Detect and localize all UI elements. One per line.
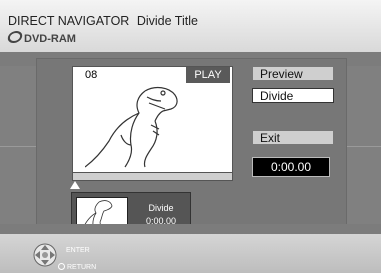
divider bbox=[0, 146, 36, 147]
media-text: DVD-RAM bbox=[24, 33, 76, 45]
dvd-disc-icon bbox=[6, 31, 24, 43]
time-display: 0:00.00 bbox=[252, 157, 330, 177]
preview-button[interactable]: Preview bbox=[252, 66, 334, 81]
right-side-panel bbox=[345, 66, 381, 224]
divider bbox=[345, 146, 381, 147]
header-bar: DIRECT NAVIGATOR Divide Title DVD-RAM bbox=[0, 0, 381, 52]
dinosaur-image bbox=[85, 86, 178, 168]
left-side-panel bbox=[0, 66, 36, 224]
play-status-badge: PLAY bbox=[186, 67, 230, 83]
return-label: RETURN bbox=[67, 264, 97, 271]
video-preview: 08 PLAY bbox=[72, 66, 233, 173]
divide-button[interactable]: Divide bbox=[252, 88, 334, 103]
page-title: DIRECT NAVIGATOR Divide Title bbox=[8, 14, 198, 28]
title-number: 08 bbox=[85, 69, 98, 81]
progress-bar[interactable] bbox=[72, 172, 233, 181]
enter-hint: ENTER bbox=[66, 247, 90, 254]
split-marker-icon bbox=[70, 181, 80, 189]
bottom-band bbox=[0, 224, 381, 234]
preview-header: 08 PLAY bbox=[73, 67, 230, 83]
media-label: DVD-RAM bbox=[6, 31, 76, 45]
return-circle-icon bbox=[58, 263, 65, 270]
dpad-icon bbox=[33, 243, 57, 267]
split-label: Divide bbox=[148, 203, 174, 213]
return-hint: RETURN bbox=[58, 263, 96, 271]
title-subtitle: Divide Title bbox=[136, 14, 198, 28]
title-main: DIRECT NAVIGATOR bbox=[8, 14, 130, 28]
exit-button[interactable]: Exit bbox=[252, 130, 334, 145]
